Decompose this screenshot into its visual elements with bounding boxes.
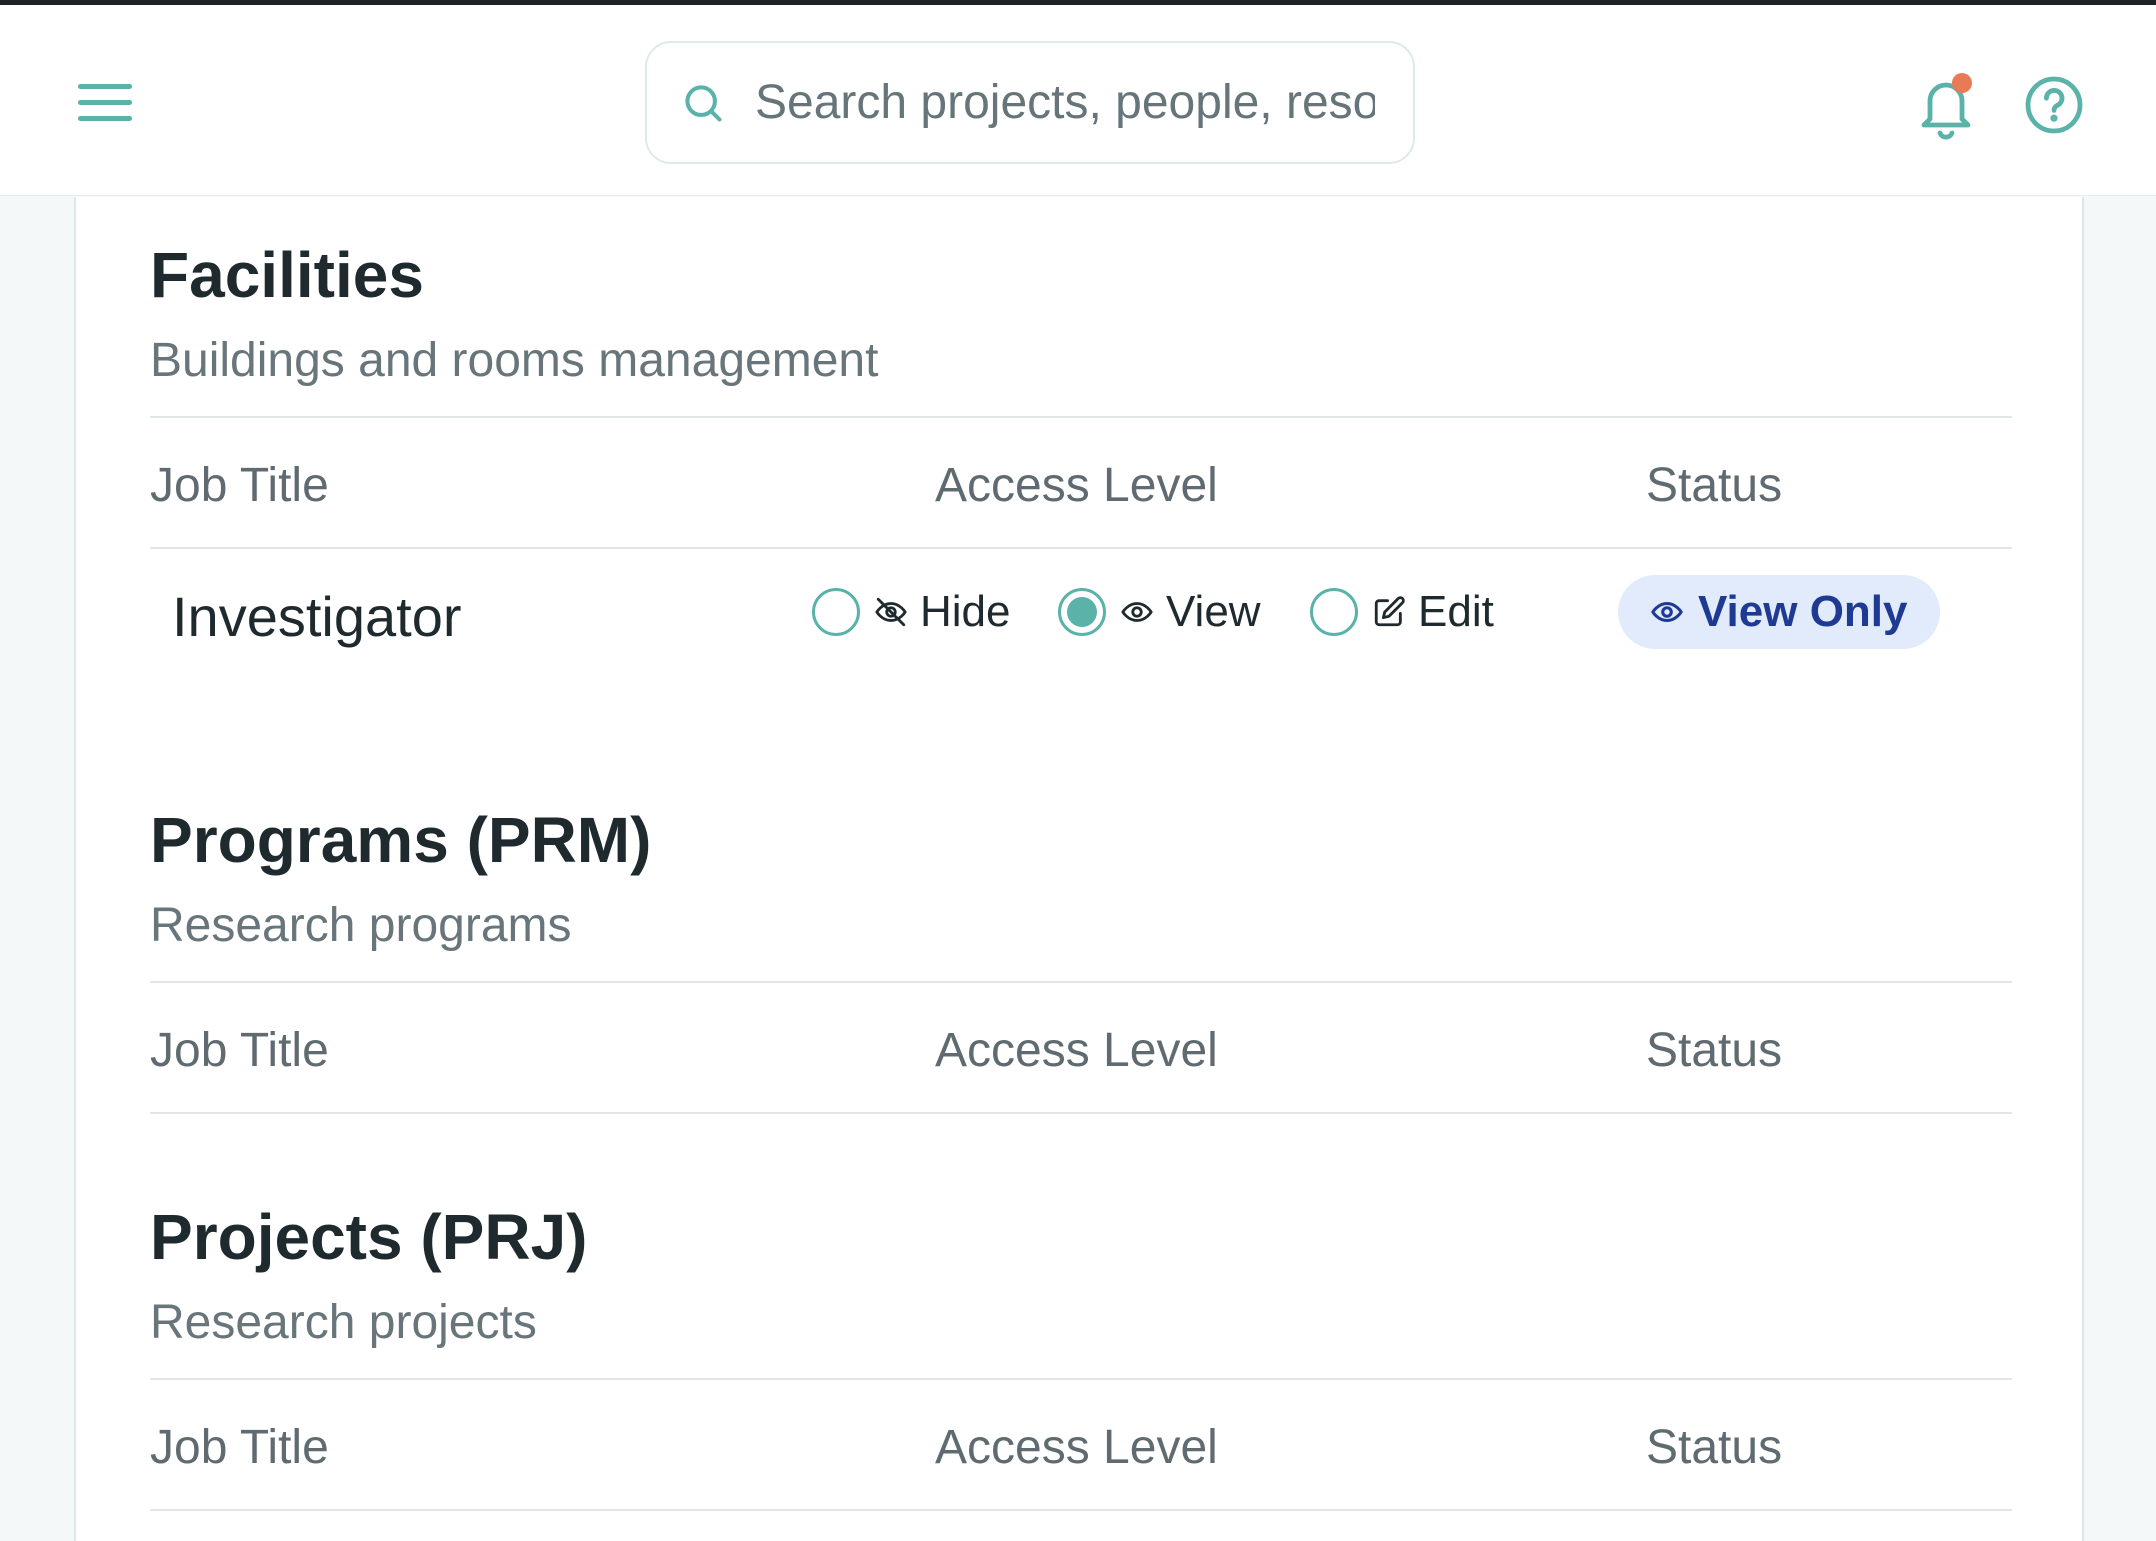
permissions-card: Facilities Buildings and rooms managemen… [74, 197, 2084, 1541]
eye-off-icon [875, 597, 907, 627]
section-title: Programs (PRM) [150, 804, 652, 876]
access-option-hide[interactable]: Hide [812, 587, 1011, 637]
column-status: Status [1646, 1421, 1783, 1474]
search-icon [685, 84, 722, 122]
status-badge: View Only [1618, 575, 1940, 649]
help-button[interactable] [2024, 75, 2084, 135]
access-option-view[interactable]: View [1058, 587, 1261, 637]
app-header [0, 5, 2156, 196]
table-row: Investigator Hide View Edit View Only [150, 551, 2012, 681]
column-status: Status [1646, 1024, 1783, 1077]
hamburger-menu-icon[interactable] [70, 67, 146, 137]
notification-dot [1952, 73, 1972, 93]
section-subtitle: Research programs [150, 899, 572, 952]
edit-icon [1374, 596, 1405, 627]
notifications-button[interactable] [1914, 71, 1978, 141]
column-access-level: Access Level [935, 459, 1218, 512]
section-title: Facilities [150, 239, 424, 311]
global-search[interactable] [645, 41, 1415, 164]
table-header: Job Title Access Level Status [150, 1378, 2012, 1511]
search-input[interactable] [755, 75, 1375, 130]
column-job-title: Job Title [150, 1024, 329, 1077]
eye-icon [1121, 602, 1153, 622]
column-status: Status [1646, 459, 1783, 512]
status-badge-label: View Only [1698, 587, 1908, 636]
bell-icon [1921, 73, 1972, 140]
section-title: Projects (PRJ) [150, 1201, 588, 1273]
column-access-level: Access Level [935, 1421, 1218, 1474]
job-title-cell: Investigator [172, 585, 462, 648]
radio-edit[interactable] [1310, 588, 1358, 636]
eye-icon [1651, 601, 1683, 623]
section-programs: Programs (PRM) Research programs Job Tit… [150, 804, 2012, 1114]
radio-view-selected[interactable] [1058, 588, 1106, 636]
section-subtitle: Research projects [150, 1296, 537, 1349]
section-subtitle: Buildings and rooms management [150, 334, 879, 387]
column-access-level: Access Level [935, 1024, 1218, 1077]
access-option-edit[interactable]: Edit [1310, 587, 1494, 637]
option-label: View [1166, 587, 1261, 636]
column-job-title: Job Title [150, 1421, 329, 1474]
radio-hide[interactable] [812, 588, 860, 636]
option-label: Edit [1418, 587, 1494, 636]
table-header: Job Title Access Level Status [150, 981, 2012, 1114]
table-header: Job Title Access Level Status [150, 416, 2012, 549]
help-icon [2025, 76, 2083, 134]
column-job-title: Job Title [150, 459, 329, 512]
option-label: Hide [920, 587, 1011, 636]
section-projects: Projects (PRJ) Research projects Job Tit… [150, 1201, 2012, 1511]
section-facilities: Facilities Buildings and rooms managemen… [150, 239, 2012, 649]
